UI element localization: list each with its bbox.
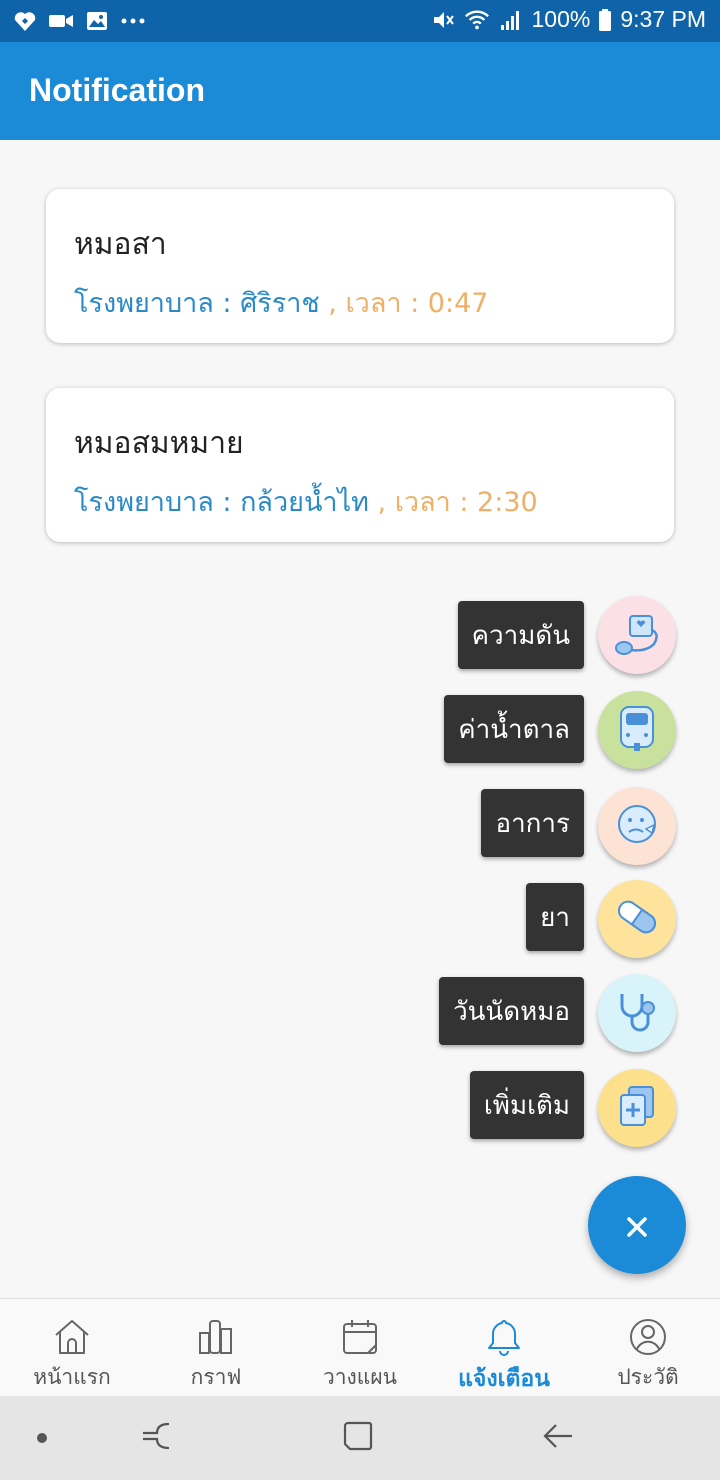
doctor-name: หมอสา — [74, 227, 167, 262]
bar-chart-icon — [194, 1315, 238, 1359]
app-bar: Notification — [0, 42, 720, 140]
profile-icon — [626, 1315, 670, 1359]
add-document-icon — [615, 1081, 659, 1135]
recents-button[interactable] — [134, 1416, 178, 1460]
nav-item-notification[interactable]: แจ้งเตือน — [432, 1299, 576, 1397]
battery-icon — [598, 7, 612, 33]
notification-card[interactable]: หมอสมหมาย โรงพยาบาล : กล้วยน้ำไท , เวลา … — [46, 388, 674, 542]
more-label[interactable]: เพิ่มเติม — [469, 1071, 584, 1139]
bottom-navigation: หน้าแรก กราฟ วางแผน แจ้งเตือน ประวัติ — [0, 1298, 720, 1396]
medicine-label[interactable]: ยา — [526, 883, 584, 951]
signal-icon — [498, 7, 524, 33]
nav-label: ประวัติ — [617, 1365, 679, 1389]
close-speed-dial-button[interactable] — [588, 1176, 686, 1274]
system-navigation-bar — [0, 1396, 720, 1480]
more-button[interactable] — [598, 1069, 676, 1147]
status-bar-right: 100% 9:37 PM — [430, 6, 706, 33]
mute-icon — [430, 7, 456, 33]
nav-label: แจ้งเตือน — [458, 1366, 550, 1392]
wifi-icon — [464, 7, 490, 33]
notification-card[interactable]: หมอสา โรงพยาบาล : ศิริราช , เวลา : 0:47 — [46, 189, 674, 343]
glucose-button[interactable] — [598, 691, 676, 769]
pill-icon — [612, 892, 662, 946]
notification-detail: โรงพยาบาล : กล้วยน้ำไท , เวลา : 2:30 — [74, 480, 538, 523]
hospital-text: โรงพยาบาล : กล้วยน้ำไท — [74, 487, 369, 518]
sick-face-icon — [612, 799, 662, 853]
nav-label: หน้าแรก — [33, 1365, 111, 1389]
home-square-icon — [342, 1420, 374, 1456]
video-call-icon — [48, 8, 74, 34]
nav-item-history[interactable]: ประวัติ — [576, 1299, 720, 1397]
hospital-text: โรงพยาบาล : ศิริราช — [74, 288, 320, 319]
heart-app-icon — [12, 8, 38, 34]
status-bar: 100% 9:37 PM — [0, 0, 720, 42]
appointment-button[interactable] — [598, 974, 676, 1052]
glucose-label[interactable]: ค่าน้ำตาล — [444, 695, 584, 763]
home-button[interactable] — [336, 1416, 380, 1460]
recents-icon — [139, 1421, 173, 1455]
nav-item-home[interactable]: หน้าแรก — [0, 1299, 144, 1397]
image-icon — [84, 8, 110, 34]
time-text: , เวลา : 2:30 — [368, 487, 538, 518]
doctor-name: หมอสมหมาย — [74, 426, 244, 461]
nav-item-plan[interactable]: วางแผน — [288, 1299, 432, 1397]
dot-icon — [36, 1429, 48, 1448]
blood-pressure-button[interactable] — [598, 596, 676, 674]
more-dots-icon — [120, 8, 146, 34]
bell-icon — [482, 1315, 526, 1359]
notification-detail: โรงพยาบาล : ศิริราช , เวลา : 0:47 — [74, 281, 488, 324]
nav-label: วางแผน — [322, 1365, 398, 1389]
status-bar-left — [12, 8, 146, 34]
symptom-label[interactable]: อาการ — [481, 789, 584, 857]
clock: 9:37 PM — [620, 6, 706, 32]
page-title: Notification — [29, 72, 205, 108]
close-icon — [626, 1202, 648, 1248]
stethoscope-icon — [612, 986, 662, 1040]
nav-item-graph[interactable]: กราฟ — [144, 1299, 288, 1397]
medicine-button[interactable] — [598, 880, 676, 958]
battery-percent: 100% — [531, 6, 591, 32]
back-arrow-icon — [542, 1422, 574, 1454]
dot-button[interactable] — [20, 1416, 64, 1460]
glucose-meter-icon — [615, 703, 659, 757]
appointment-label[interactable]: วันนัดหมอ — [439, 977, 584, 1045]
nav-label: กราฟ — [190, 1365, 242, 1389]
blood-pressure-label[interactable]: ความดัน — [457, 601, 584, 669]
back-button[interactable] — [536, 1416, 580, 1460]
symptom-button[interactable] — [598, 787, 676, 865]
calendar-icon — [338, 1315, 382, 1359]
blood-pressure-icon — [612, 608, 662, 662]
home-icon — [50, 1315, 94, 1359]
time-text: , เวลา : 0:47 — [319, 288, 489, 319]
